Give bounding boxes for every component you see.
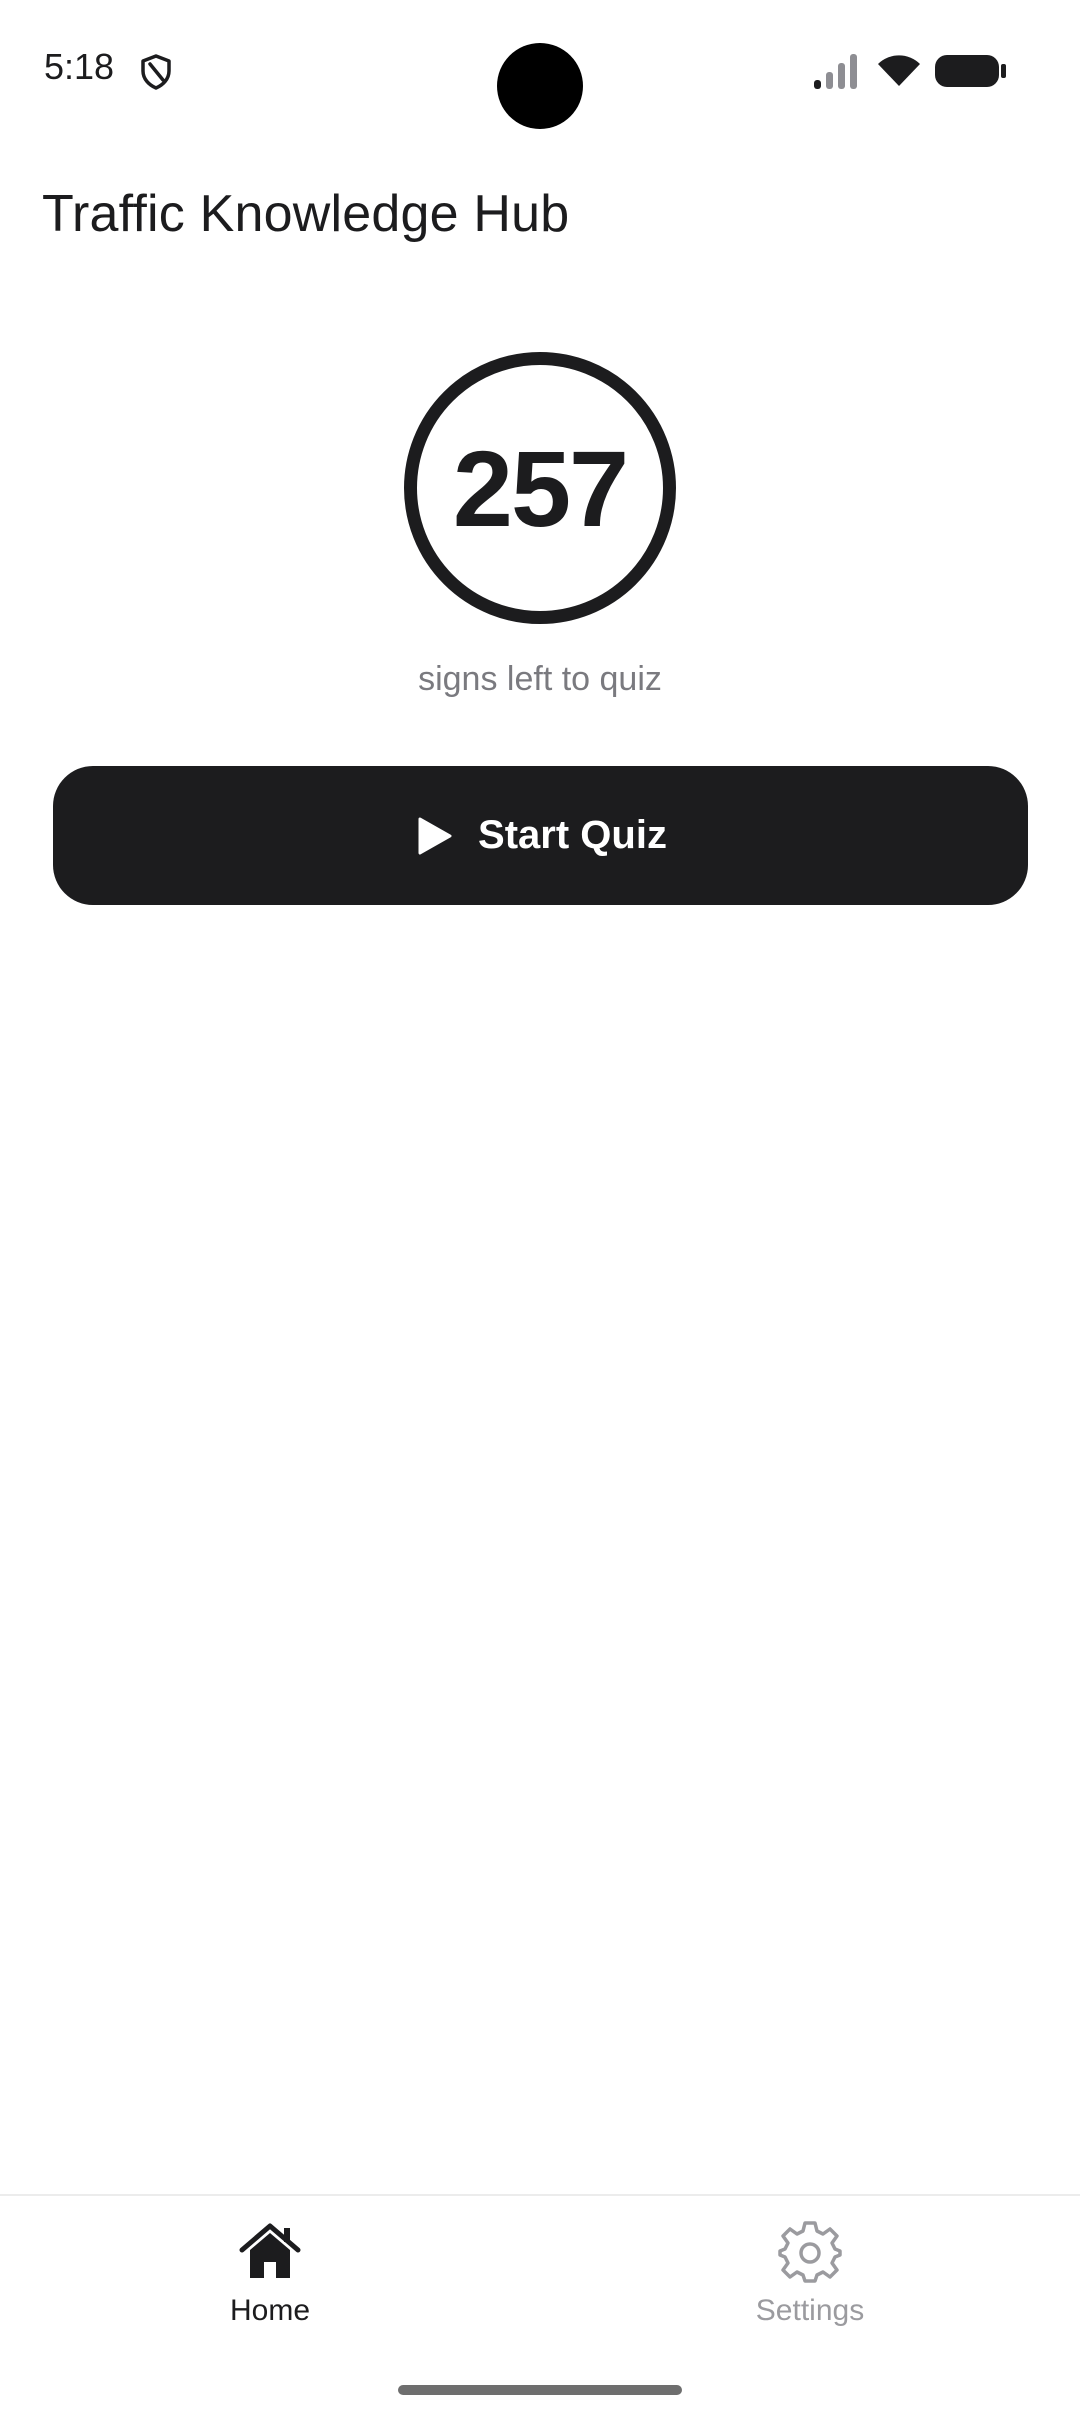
home-icon [239,2223,301,2278]
shield-icon [141,54,171,90]
home-indicator[interactable] [398,2385,682,2395]
status-time: 5:18 [44,46,115,87]
remaining-count: 257 [452,427,629,549]
remaining-counter-ring: 257 [404,352,676,624]
camera-cutout [497,43,583,129]
gear-icon [778,2221,842,2283]
app-screen: 5:18 Traffic Knowledge Hub 257 signs lef… [0,0,1080,2424]
wifi-icon [878,55,920,86]
signal-icon [814,54,857,89]
start-quiz-label: Start Quiz [478,813,667,857]
start-quiz-button[interactable]: Start Quiz [53,766,1028,905]
remaining-caption: signs left to quiz [418,660,662,698]
page-title: Traffic Knowledge Hub [42,185,570,243]
tab-settings-label: Settings [755,2294,865,2327]
status-bar: 5:18 [0,0,1080,140]
play-icon [418,817,452,854]
tab-home-label: Home [229,2294,311,2327]
tab-settings[interactable]: Settings [680,2220,940,2350]
tab-home[interactable]: Home [140,2220,400,2350]
battery-icon [935,55,1006,87]
